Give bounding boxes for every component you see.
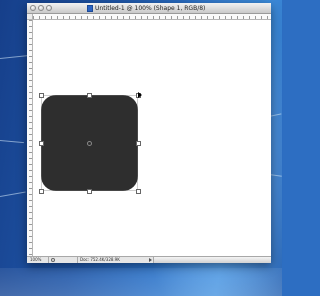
window-title-area: Untitled-1 @ 100% (Shape 1, RGB/8) [87,4,257,13]
status-info-icon[interactable] [51,258,55,262]
zoom-level-field[interactable]: 100% [29,257,49,263]
desktop-bottom-glow [0,268,282,296]
mouse-cursor-icon [138,92,142,98]
transform-handle-bottom[interactable] [87,189,92,194]
zoom-icon[interactable] [46,5,52,11]
canvas[interactable] [33,20,271,256]
document-window: Untitled-1 @ 100% (Shape 1, RGB/8) 100% … [27,3,271,263]
transform-handle-left[interactable] [39,141,44,146]
transform-center-point[interactable] [87,141,92,146]
transform-handle-right[interactable] [136,141,141,146]
transform-handle-top-left[interactable] [39,93,44,98]
horizontal-scrollbar[interactable] [153,257,271,263]
close-icon[interactable] [30,5,36,11]
window-titlebar[interactable]: Untitled-1 @ 100% (Shape 1, RGB/8) [27,3,271,14]
status-menu-arrow-icon[interactable] [149,258,152,262]
transform-handle-bottom-left[interactable] [39,189,44,194]
transform-handle-bottom-right[interactable] [136,189,141,194]
status-bar: 100% Doc: 752.4K/328.9K [27,256,271,263]
photoshop-document-icon [87,5,93,12]
window-title: Untitled-1 @ 100% (Shape 1, RGB/8) [95,5,206,12]
document-size-info: Doc: 752.4K/328.9K [77,257,147,263]
transform-handle-top[interactable] [87,93,92,98]
minimize-icon[interactable] [38,5,44,11]
